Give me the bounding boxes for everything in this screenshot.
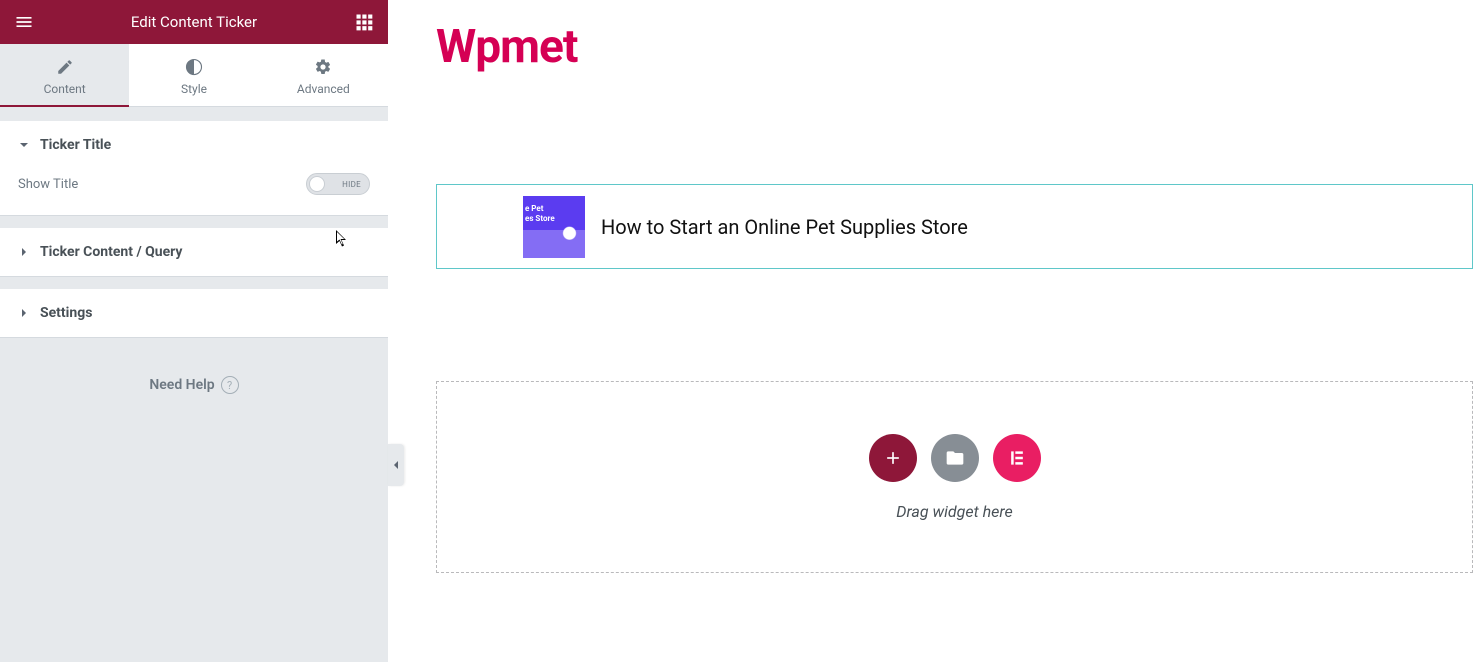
chevron-down-icon: [18, 139, 30, 151]
tab-content-label: Content: [44, 82, 86, 96]
dropzone-actions: [869, 434, 1041, 482]
ticker-item-text: How to Start an Online Pet Supplies Stor…: [601, 215, 968, 239]
tab-advanced[interactable]: Advanced: [259, 44, 388, 106]
tab-advanced-label: Advanced: [297, 82, 350, 96]
panel-title: Edit Content Ticker: [36, 13, 352, 31]
section-header-ticker-title[interactable]: Ticker Title: [0, 121, 388, 169]
section-body-ticker-title: Show Title HIDE: [0, 169, 388, 215]
section-header-settings[interactable]: Settings: [0, 289, 388, 337]
plus-icon: [883, 448, 903, 468]
section-header-ticker-content[interactable]: Ticker Content / Query: [0, 228, 388, 276]
collapse-panel-handle[interactable]: [388, 444, 404, 486]
show-title-toggle[interactable]: HIDE: [306, 173, 370, 195]
brand-title: Wpmet: [436, 20, 1473, 74]
toggle-knob: [309, 176, 325, 192]
chevron-left-icon: [391, 460, 401, 470]
add-widget-button[interactable]: [869, 434, 917, 482]
panel-header: Edit Content Ticker: [0, 0, 388, 44]
grid-icon[interactable]: [352, 10, 376, 34]
editor-panel: Edit Content Ticker Content Style Advanc…: [0, 0, 388, 662]
section-settings: Settings: [0, 289, 388, 338]
gear-icon: [314, 58, 332, 76]
control-show-title: Show Title HIDE: [18, 169, 370, 195]
spacer: [0, 216, 388, 228]
section-title: Settings: [40, 305, 92, 321]
preview-canvas: Wpmet How to Start an Online Pet Supplie…: [388, 0, 1473, 662]
question-icon: ?: [221, 376, 239, 394]
chevron-right-icon: [18, 307, 30, 319]
dropzone-label: Drag widget here: [896, 502, 1012, 521]
tab-content[interactable]: Content: [0, 44, 129, 106]
need-help[interactable]: Need Help ?: [0, 338, 388, 432]
pencil-icon: [56, 58, 74, 76]
spacer: [0, 277, 388, 289]
hamburger-icon[interactable]: [12, 10, 36, 34]
section-title: Ticker Content / Query: [40, 244, 182, 260]
toggle-text: HIDE: [342, 180, 361, 189]
chevron-right-icon: [18, 246, 30, 258]
need-help-label: Need Help: [149, 377, 214, 393]
half-circle-icon: [185, 58, 203, 76]
panel-tabs: Content Style Advanced: [0, 44, 388, 107]
elementskit-button[interactable]: [993, 434, 1041, 482]
folder-icon: [945, 448, 965, 468]
section-title: Ticker Title: [40, 137, 111, 153]
ek-icon: [1007, 448, 1027, 468]
section-ticker-content: Ticker Content / Query: [0, 228, 388, 277]
tab-style[interactable]: Style: [129, 44, 258, 106]
section-ticker-title: Ticker Title Show Title HIDE: [0, 121, 388, 216]
ticker-thumbnail: [523, 196, 585, 258]
show-title-label: Show Title: [18, 177, 78, 192]
widget-dropzone[interactable]: Drag widget here: [436, 381, 1473, 573]
tab-style-label: Style: [181, 82, 207, 96]
content-ticker-widget[interactable]: How to Start an Online Pet Supplies Stor…: [436, 184, 1473, 269]
template-library-button[interactable]: [931, 434, 979, 482]
spacer: [0, 107, 388, 121]
